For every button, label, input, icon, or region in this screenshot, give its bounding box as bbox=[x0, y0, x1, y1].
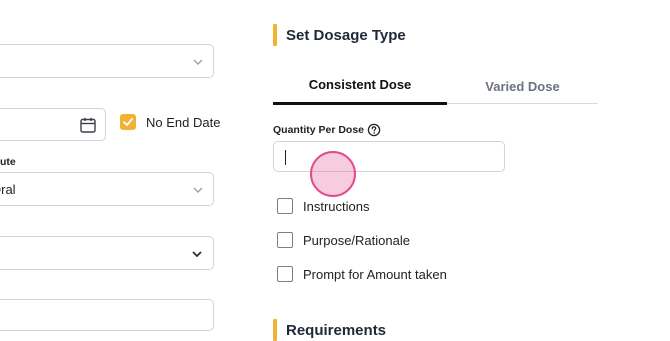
chevron-down-icon bbox=[193, 187, 203, 193]
help-circle-icon[interactable] bbox=[367, 123, 381, 137]
no-end-date-label: No End Date bbox=[146, 115, 221, 130]
purpose-rationale-label: Purpose/Rationale bbox=[303, 233, 410, 248]
instructions-label: Instructions bbox=[303, 199, 370, 214]
route-label: ute bbox=[0, 156, 16, 168]
prompt-amount-label: Prompt for Amount taken bbox=[303, 267, 447, 282]
text-cursor bbox=[285, 150, 286, 165]
tab-consistent-dose[interactable]: Consistent Dose bbox=[273, 77, 447, 92]
touch-indicator bbox=[310, 151, 356, 197]
quantity-per-dose-input[interactable] bbox=[273, 141, 505, 172]
select-field-3[interactable] bbox=[0, 236, 214, 270]
check-icon bbox=[123, 118, 133, 126]
section-accent-bar bbox=[273, 319, 277, 341]
text-field-4[interactable] bbox=[0, 299, 214, 331]
chevron-down-icon bbox=[192, 251, 202, 258]
quantity-per-dose-label: Quantity Per Dose bbox=[273, 124, 365, 136]
route-select[interactable]: Oral bbox=[0, 172, 214, 206]
tab-varied-dose[interactable]: Varied Dose bbox=[447, 79, 598, 94]
no-end-date-checkbox[interactable] bbox=[120, 114, 136, 130]
select-field-1[interactable] bbox=[0, 44, 214, 78]
active-tab-underline bbox=[273, 102, 447, 105]
end-date-field[interactable] bbox=[0, 108, 106, 141]
purpose-rationale-checkbox[interactable] bbox=[277, 232, 293, 248]
chevron-down-icon bbox=[193, 59, 203, 65]
section-accent-bar bbox=[273, 24, 277, 46]
requirements-title: Requirements bbox=[286, 322, 387, 339]
prompt-amount-checkbox[interactable] bbox=[277, 266, 293, 282]
route-select-value: Oral bbox=[0, 182, 16, 197]
calendar-icon[interactable] bbox=[79, 116, 97, 134]
instructions-checkbox[interactable] bbox=[277, 198, 293, 214]
set-dosage-title: Set Dosage Type bbox=[286, 27, 406, 44]
